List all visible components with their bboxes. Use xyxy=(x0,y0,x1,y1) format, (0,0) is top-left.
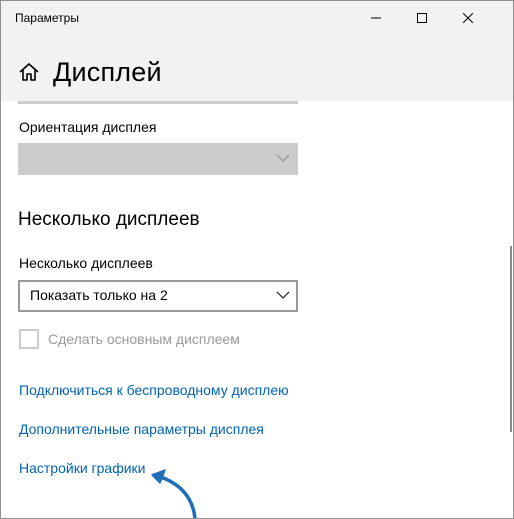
multiple-displays-label: Несколько дисплеев xyxy=(19,255,153,271)
orientation-dropdown[interactable] xyxy=(18,143,298,175)
chevron-down-icon xyxy=(276,291,290,299)
vertical-scrollbar[interactable] xyxy=(510,246,512,432)
make-main-display-checkbox[interactable] xyxy=(19,329,39,349)
minimize-icon xyxy=(371,17,381,19)
settings-content: Ориентация дисплея Несколько дисплеев Не… xyxy=(1,101,513,518)
page-title: Дисплей xyxy=(53,57,162,87)
connect-wireless-display-link[interactable]: Подключиться к беспроводному дисплею xyxy=(19,382,289,398)
multiple-displays-value: Показать только на 2 xyxy=(30,287,168,303)
maximize-button[interactable] xyxy=(399,1,445,35)
minimize-button[interactable] xyxy=(353,1,399,35)
graphics-settings-link[interactable]: Настройки графики xyxy=(19,460,146,476)
maximize-icon xyxy=(417,13,427,23)
section-heading-multiple-displays: Несколько дисплеев xyxy=(18,209,200,230)
window-title: Параметры xyxy=(15,11,79,25)
close-button[interactable] xyxy=(445,1,491,35)
page-header: Дисплей xyxy=(1,35,513,101)
advanced-display-settings-link[interactable]: Дополнительные параметры дисплея xyxy=(19,421,264,437)
pointer-arrow-annotation xyxy=(151,469,197,518)
close-icon xyxy=(463,13,473,23)
make-main-display-label: Сделать основным дисплеем xyxy=(48,331,240,347)
previous-dropdown-edge xyxy=(18,101,298,104)
multiple-displays-dropdown[interactable]: Показать только на 2 xyxy=(18,280,298,312)
home-icon[interactable] xyxy=(18,62,40,82)
title-bar: Параметры xyxy=(1,1,513,35)
chevron-down-icon xyxy=(276,154,290,162)
settings-window: Параметры Дисплей Ориентация дисплея Нес… xyxy=(0,0,514,519)
orientation-label: Ориентация дисплея xyxy=(19,119,157,135)
